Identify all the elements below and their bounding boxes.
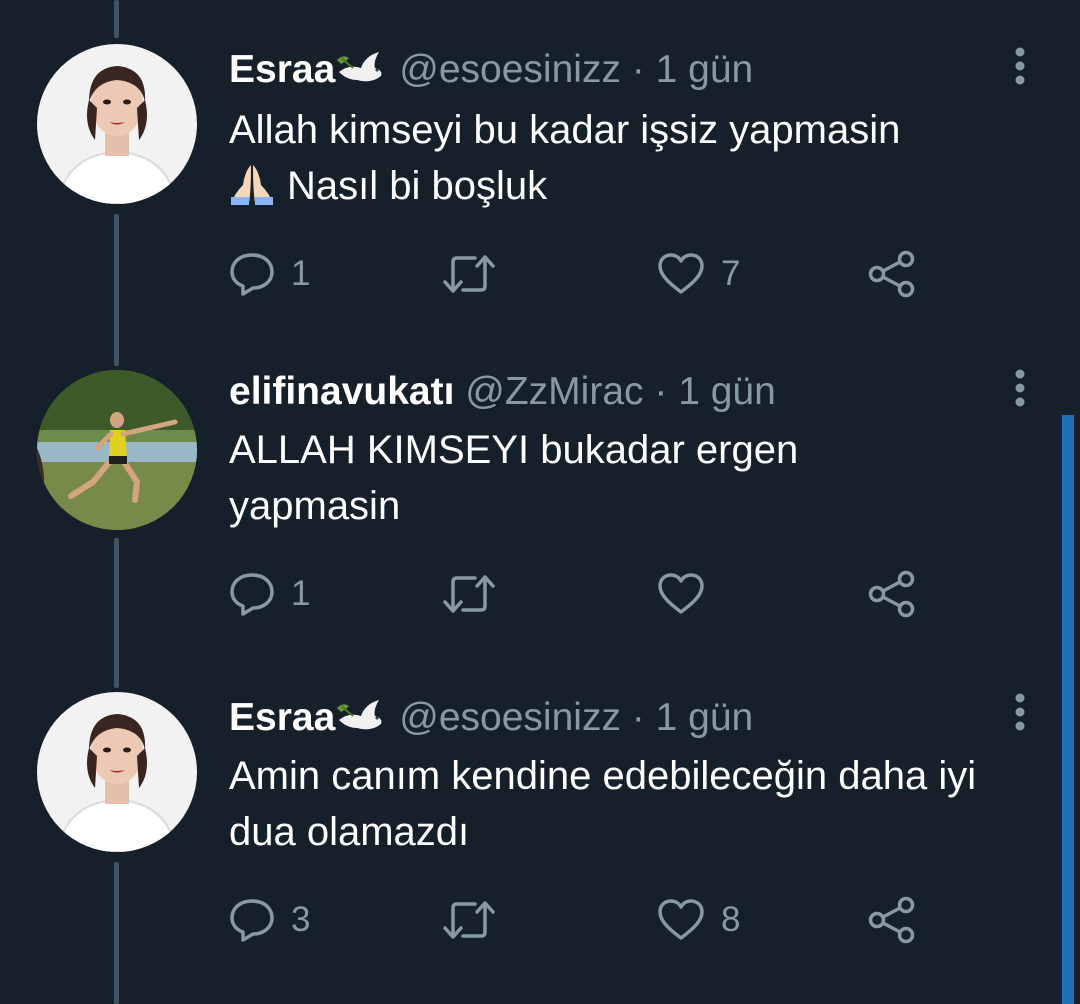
like-icon	[658, 573, 704, 614]
reply-icon	[230, 253, 274, 296]
tweet-text: ALLAH KIMSEYI bukadar ergen yapmasin	[229, 428, 799, 528]
tweet[interactable]: Esraa @esoesinizz · 1 gün Allah kimseyi b…	[0, 0, 1080, 330]
scrollbar[interactable]	[1062, 415, 1074, 1004]
user-handle[interactable]: @ZzMirac	[465, 370, 643, 413]
tweet-text-line: Nasıl bi boşluk	[229, 158, 1029, 214]
reply-button[interactable]: 1	[229, 564, 310, 624]
display-name[interactable]: elifinavukatı	[229, 370, 454, 413]
user-avatar[interactable]	[37, 44, 197, 204]
like-icon	[658, 253, 704, 294]
tweet-actions: 3 8	[229, 890, 949, 950]
tweet-thread: Esraa @esoesinizz · 1 gün Allah kimseyi b…	[0, 0, 1080, 1004]
retweet-button[interactable]	[441, 244, 513, 304]
share-button[interactable]	[867, 564, 917, 624]
more-options-icon[interactable]	[1012, 692, 1028, 736]
retweet-icon	[443, 901, 495, 939]
reply-count: 1	[291, 574, 311, 613]
separator-dot: ·	[631, 48, 645, 91]
tweet-text: Allah kimseyi bu kadar işsiz yapmasin Na…	[229, 102, 1029, 214]
display-name[interactable]: Esraa	[229, 48, 335, 91]
retweet-icon	[443, 575, 495, 613]
more-options-icon[interactable]	[1012, 46, 1028, 90]
like-button[interactable]	[657, 564, 721, 624]
share-icon	[868, 250, 915, 298]
share-icon	[868, 570, 915, 618]
user-handle[interactable]: @esoesinizz	[399, 696, 621, 739]
dove-emoji-icon	[337, 52, 382, 82]
tweet-actions: 1	[229, 564, 949, 624]
reply-count: 1	[291, 254, 311, 293]
separator-dot: ·	[631, 696, 645, 739]
folded-hands-emoji-icon	[231, 165, 273, 205]
tweet-text-line: Allah kimseyi bu kadar işsiz yapmasin	[229, 108, 901, 152]
tweet-text-span: Nasıl bi boşluk	[287, 164, 548, 208]
like-icon	[658, 899, 704, 940]
tweet-text: Amin canım kendine edebileceğin daha iyi…	[229, 754, 977, 854]
share-icon	[868, 896, 915, 944]
tweet-header: elifinavukatı @ZzMirac · 1 gün	[229, 370, 776, 414]
tweet-actions: 1 7	[229, 244, 949, 304]
more-options-icon[interactable]	[1012, 368, 1028, 412]
separator-dot: ·	[654, 370, 668, 413]
like-button[interactable]: 8	[657, 890, 740, 950]
tweet[interactable]: elifinavukatı @ZzMirac · 1 gün ALLAH KIM…	[0, 330, 1080, 660]
tweet-header: Esraa @esoesinizz · 1 gün	[229, 48, 753, 92]
timestamp[interactable]: 1 gün	[678, 370, 776, 413]
dove-emoji-icon	[337, 700, 382, 730]
retweet-button[interactable]	[441, 890, 513, 950]
user-avatar[interactable]	[37, 692, 197, 852]
retweet-icon	[443, 255, 495, 293]
reply-count: 3	[291, 900, 311, 939]
reply-icon	[230, 573, 274, 616]
tweet[interactable]: Esraa @esoesinizz · 1 gün Amin canım kend…	[0, 660, 1080, 1004]
reply-button[interactable]: 1	[229, 244, 310, 304]
user-avatar[interactable]	[37, 370, 197, 530]
retweet-button[interactable]	[441, 564, 513, 624]
display-name[interactable]: Esraa	[229, 696, 335, 739]
tweet-header: Esraa @esoesinizz · 1 gün	[229, 696, 753, 740]
timestamp[interactable]: 1 gün	[656, 48, 754, 91]
user-handle[interactable]: @esoesinizz	[399, 48, 621, 91]
like-count: 7	[721, 254, 741, 293]
like-button[interactable]: 7	[657, 244, 740, 304]
like-count: 8	[721, 900, 741, 939]
share-button[interactable]	[867, 890, 917, 950]
reply-button[interactable]: 3	[229, 890, 310, 950]
share-button[interactable]	[867, 244, 917, 304]
timestamp[interactable]: 1 gün	[656, 696, 754, 739]
reply-icon	[230, 899, 274, 942]
